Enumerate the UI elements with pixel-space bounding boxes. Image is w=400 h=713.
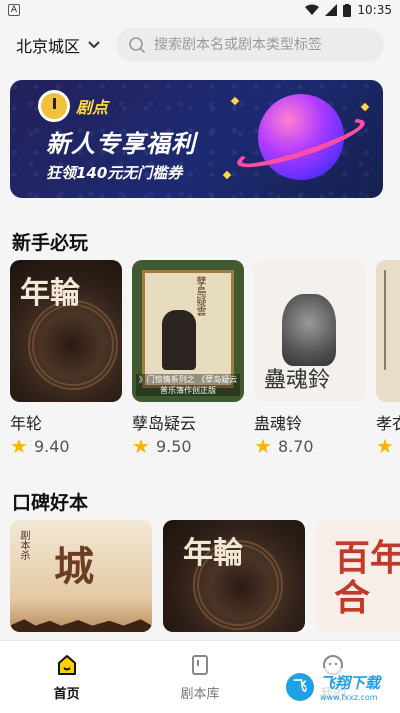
rating: ★ 9.50 [132,436,246,456]
rating-score: 9.40 [33,436,70,456]
rating: ★ [376,436,400,456]
star-icon: ★ [10,434,28,458]
signal-icon [325,4,338,16]
script-name: 年轮 [10,414,43,433]
script-cover: 蠱魂鈴 [254,260,366,402]
script-card[interactable]: 孝衣 ★ [376,260,400,456]
app-notification-icon: A [8,4,20,16]
search-input[interactable] [154,37,372,53]
script-card[interactable]: 百年好合 [316,520,400,632]
banner-title: 新人专享福利 [46,130,196,158]
script-card[interactable]: 蠱魂鈴 蛊魂铃 ★ 8.70 [254,260,368,456]
chevron-down-icon [88,41,100,49]
script-cover: 百年好合 [316,520,400,632]
banner-brand: 剧点 [76,98,109,117]
script-name: 孝衣 [376,414,400,433]
watermark-logo-icon: 飞 [286,673,314,701]
home-icon [57,654,76,675]
clock-icon [38,90,70,122]
script-name: 蛊魂铃 [254,414,303,433]
status-bar: A 10:35 [0,0,400,20]
script-card[interactable]: 年輪 [163,520,305,632]
script-name: 孽岛疑云 [132,414,197,433]
script-cover: 孽島疑雲 》门惊情系列之 《孽岛疑云 普乐簿作创正版 [132,260,244,402]
search-bar[interactable] [116,28,384,62]
status-time: 10:35 [357,3,392,17]
wifi-icon [305,4,320,15]
script-cover: 年輪 [10,260,122,402]
watermark-url: www.fxxz.com [320,693,378,702]
city-label: 北京城区 [16,37,81,56]
script-cover: 年輪 [163,520,305,632]
rating-score: 8.70 [277,436,314,456]
script-cover [376,260,400,402]
script-card[interactable]: 年輪 年轮 ★ 9.40 [10,260,124,456]
tab-label: 剧本库 [180,686,220,702]
star-icon: ★ [254,434,272,458]
script-card[interactable]: 剧本杀 城 [10,520,152,632]
rating: ★ 9.40 [10,436,124,456]
rating: ★ 8.70 [254,436,368,456]
section-title-popular: 口碑好本 [12,492,89,514]
banner-subtitle: 狂领140元无门槛券 [46,164,183,182]
city-selector[interactable]: 北京城区 [16,33,100,57]
library-icon [191,654,208,675]
script-card[interactable]: 孽島疑雲 》门惊情系列之 《孽岛疑云 普乐簿作创正版 孽岛疑云 ★ 9.50 [132,260,246,456]
tab-label: 首页 [53,686,80,702]
promo-banner[interactable]: 剧点 新人专享福利 狂领140元无门槛券 [10,80,383,198]
star-icon: ★ [132,434,150,458]
star-icon: ★ [376,434,394,456]
search-icon [129,37,146,54]
watermark-text: 飞翔下载 [320,674,381,692]
rating-score: 9.50 [155,436,192,456]
section-title-beginner: 新手必玩 [12,232,89,254]
script-cover: 剧本杀 城 [10,520,152,632]
site-watermark: 飞 飞翔下载 www.fxxz.com [282,668,396,706]
battery-icon [343,3,352,17]
tab-library[interactable]: 剧本库 [160,653,240,702]
top-bar: 北京城区 [0,20,400,70]
tab-home[interactable]: 首页 [27,653,107,702]
